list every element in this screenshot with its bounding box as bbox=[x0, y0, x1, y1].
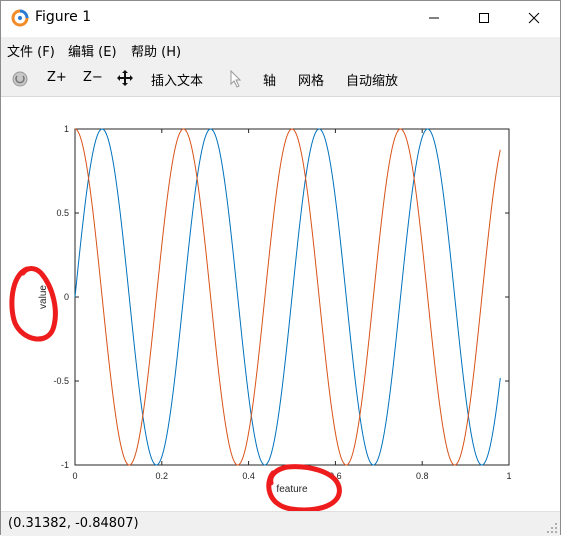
x-tick-label: 1 bbox=[506, 471, 511, 481]
title-bar[interactable]: Figure 1 bbox=[1, 1, 560, 37]
autoscale-button[interactable]: 自动缩放 bbox=[346, 70, 398, 89]
rotate-icon[interactable] bbox=[11, 70, 29, 88]
x-axis: 0 0.2 0.4 0.6 0.8 1 bbox=[72, 129, 512, 481]
close-button[interactable] bbox=[511, 1, 557, 35]
axis-button[interactable]: 轴 bbox=[263, 70, 276, 89]
minimize-button[interactable] bbox=[411, 1, 457, 35]
insert-text-button[interactable]: 插入文本 bbox=[151, 70, 203, 89]
line-chart[interactable]: 0 0.2 0.4 0.6 0.8 1 10.50-0.5-1 feature value bbox=[1, 97, 561, 513]
y-tick-label: 0.5 bbox=[56, 208, 69, 218]
plot-canvas[interactable]: 0 0.2 0.4 0.6 0.8 1 1 0.5 0 -0.5 -1 feature value bbox=[1, 97, 561, 513]
y-tick-label: -0.5 bbox=[53, 376, 69, 386]
y-axis-label: value bbox=[38, 285, 49, 309]
y-tick-label: 0 bbox=[64, 292, 69, 302]
zoom-in-button[interactable]: Z+ bbox=[47, 70, 67, 85]
maximize-button[interactable] bbox=[461, 1, 507, 35]
close-icon bbox=[528, 12, 540, 24]
menu-help[interactable]: 帮助 (H) bbox=[131, 41, 181, 60]
select-cursor-icon[interactable] bbox=[229, 70, 243, 88]
figure-window: Figure 1 文件 (F) 编辑 (E) 帮助 (H) Z+ Z− 插入文本… bbox=[0, 0, 561, 536]
grid-button[interactable]: 网格 bbox=[298, 70, 324, 89]
cursor-coordinates: (0.31382, -0.84807) bbox=[8, 516, 139, 531]
x-tick-label: 0.4 bbox=[242, 471, 255, 481]
menu-edit[interactable]: 编辑 (E) bbox=[68, 41, 117, 60]
sine-series-line bbox=[74, 128, 501, 466]
cosine-series-line bbox=[74, 128, 501, 466]
y-tick-label: -1 bbox=[61, 460, 69, 470]
x-tick-label: 0.2 bbox=[156, 471, 169, 481]
series-layer bbox=[74, 128, 501, 466]
resize-grip-icon[interactable] bbox=[546, 522, 558, 534]
minimize-icon bbox=[429, 17, 439, 19]
y-tick-label: 1 bbox=[64, 124, 69, 134]
menu-file[interactable]: 文件 (F) bbox=[7, 41, 55, 60]
menu-bar: 文件 (F) 编辑 (E) 帮助 (H) bbox=[1, 37, 560, 61]
x-axis-label: feature bbox=[276, 484, 308, 495]
x-tick-label: 0.8 bbox=[416, 471, 429, 481]
octave-logo-icon bbox=[11, 9, 29, 27]
window-title: Figure 1 bbox=[35, 9, 92, 25]
maximize-icon bbox=[479, 13, 489, 23]
zoom-out-button[interactable]: Z− bbox=[83, 70, 103, 85]
toolbar: Z+ Z− 插入文本 轴 网格 自动缩放 bbox=[1, 61, 560, 97]
status-bar: (0.31382, -0.84807) bbox=[1, 511, 560, 536]
pan-icon[interactable] bbox=[116, 69, 134, 87]
x-tick-label: 0 bbox=[72, 471, 77, 481]
